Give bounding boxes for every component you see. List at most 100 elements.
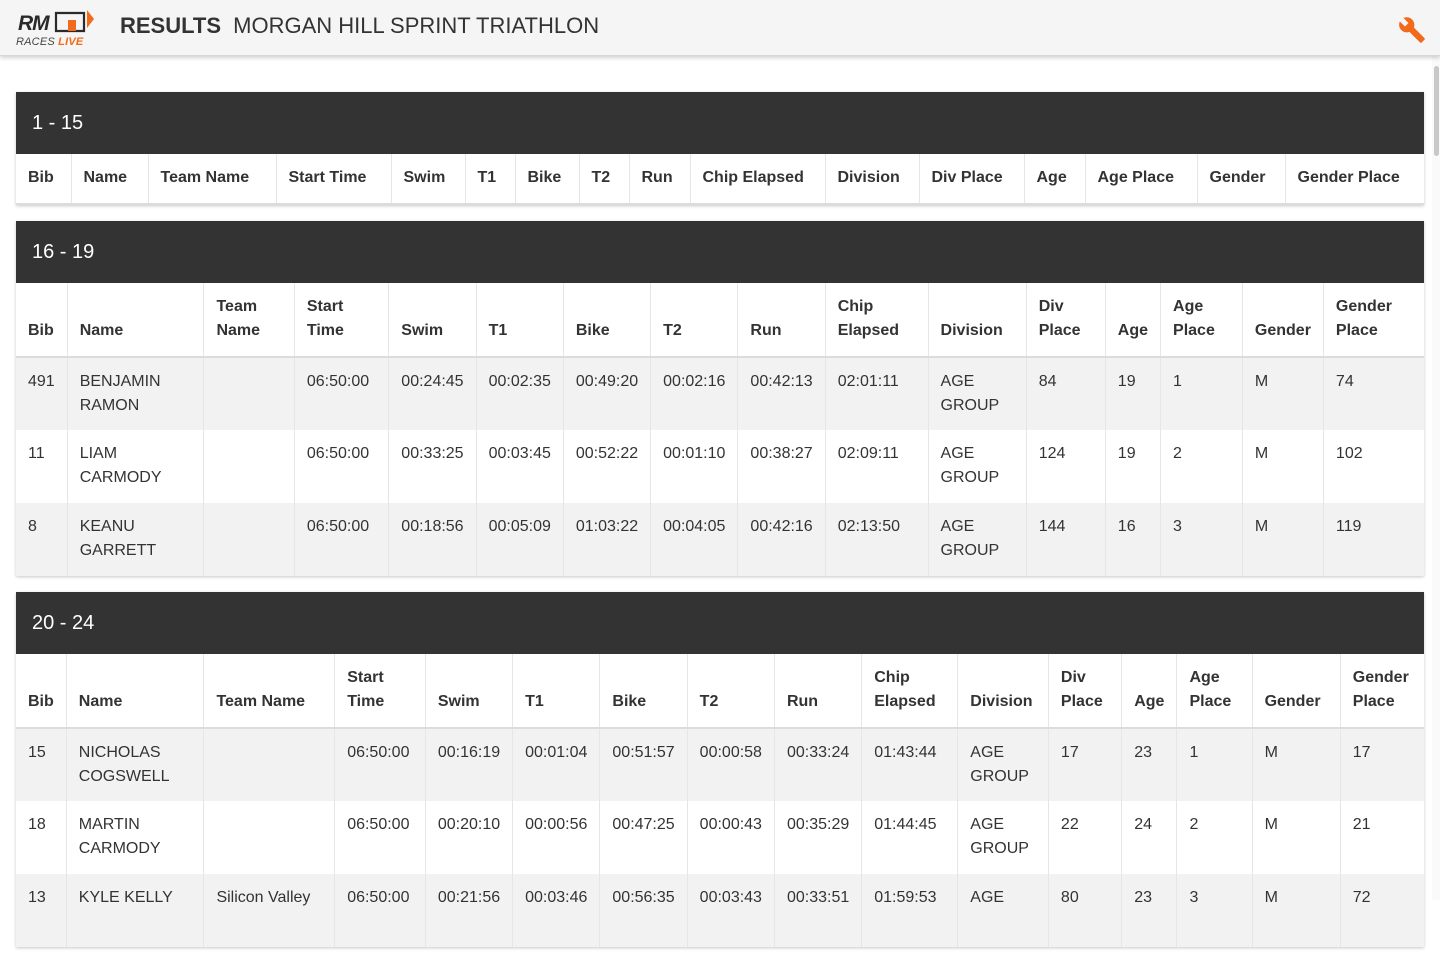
page-title-results: RESULTS [120, 13, 222, 38]
cell-gender: M [1242, 503, 1324, 576]
cell-run: 00:42:16 [737, 503, 826, 576]
table-row[interactable]: 11 LIAM CARMODY 06:50:00 00:33:25 00:03:45 00… [16, 430, 1424, 503]
cell-t1: 00:00:56 [512, 801, 601, 874]
column-header-run[interactable]: Run [774, 654, 863, 729]
cell-t1: 00:03:46 [512, 874, 601, 947]
cell-gender-place: 74 [1335, 373, 1354, 390]
table-row[interactable]: 15 NICHOLAS COGSWELL 06:50:00 00:16:19 00:01… [16, 728, 1424, 801]
column-header-age[interactable]: Age [1121, 654, 1178, 729]
column-header-division[interactable]: Division [957, 654, 1049, 729]
column-header-run[interactable]: Run [737, 283, 826, 358]
column-header-name[interactable]: Name [66, 654, 205, 729]
cell-age: 19 [1105, 430, 1162, 503]
cell-name: BENJAMIN RAMON [67, 357, 205, 430]
cell-bib: 8 [16, 503, 68, 576]
section-header[interactable]: 16 - 19 [16, 221, 1424, 283]
column-header-bike[interactable]: Bike [515, 154, 580, 205]
column-header-chip-elapsed[interactable]: Chip Elapsed [825, 283, 929, 358]
column-header-start-time[interactable]: Start Time [334, 654, 426, 729]
column-header-age[interactable]: Age [1024, 154, 1086, 205]
table-row[interactable]: 13 KYLE KELLY Silicon Valley 06:50:00 00:21:… [16, 874, 1424, 947]
column-header-team-name[interactable]: Team Name [203, 654, 336, 729]
cell-gender: M [1242, 430, 1324, 503]
column-header-t1[interactable]: T1 [465, 154, 516, 205]
column-header-name[interactable]: Name [67, 283, 205, 358]
table-row[interactable]: 491 BENJAMIN RAMON 06:50:00 00:24:45 00:02:3… [16, 357, 1424, 430]
cell-age-place: 1 [1176, 728, 1253, 801]
column-header-division[interactable]: Division [928, 283, 1027, 358]
section-header[interactable]: 1 - 15 [16, 92, 1424, 154]
column-header-div-place[interactable]: Div Place [919, 154, 1025, 205]
column-header-t1[interactable]: T1 [512, 654, 601, 729]
table-row[interactable]: 8 KEANU GARRETT 06:50:00 00:18:56 00:05:09 01… [16, 503, 1424, 576]
column-header-bike[interactable]: Bike [563, 283, 652, 358]
cell-chip-elapsed: 02:13:50 [825, 503, 929, 576]
cell-div-place: 124 [1026, 430, 1106, 503]
column-header-team-name[interactable]: Team Name [148, 154, 277, 205]
column-header-t2[interactable]: T2 [579, 154, 630, 205]
column-header-chip-elapsed[interactable]: Chip Elapsed [861, 654, 959, 729]
column-header-gender[interactable]: Gender [1252, 654, 1341, 729]
cell-swim: 00:24:45 [388, 357, 477, 430]
cell-t1: 00:05:09 [476, 503, 564, 576]
column-header-age-place[interactable]: Age Place [1085, 154, 1198, 205]
cell-swim: 00:21:56 [425, 874, 514, 947]
column-header-t1[interactable]: T1 [476, 283, 564, 358]
scrollbar-track[interactable] [1432, 56, 1440, 900]
column-header-chip-elapsed[interactable]: Chip Elapsed [690, 154, 826, 205]
cell-gender-place: 119 [1335, 518, 1362, 535]
column-header-bike[interactable]: Bike [599, 654, 688, 729]
scrollbar-thumb[interactable] [1434, 66, 1439, 156]
column-header-gender[interactable]: Gender [1197, 154, 1286, 205]
cell-age-place: 2 [1176, 801, 1253, 874]
column-header-gender-place[interactable]: Gender Place [1285, 154, 1424, 205]
cell-start-time: 06:50:00 [334, 874, 426, 947]
wrench-icon[interactable] [1398, 16, 1426, 44]
cell-age: 23 [1121, 874, 1178, 947]
rm-races-live-logo[interactable]: RM RACES LIVE [16, 8, 98, 50]
logo-rm-text: RM [18, 12, 50, 35]
column-header-gender[interactable]: Gender [1242, 283, 1324, 358]
column-header-t2[interactable]: T2 [650, 283, 739, 358]
logo-flag-icon [54, 10, 94, 33]
column-header-name[interactable]: Name [71, 154, 149, 205]
column-header-div-place[interactable]: Div Place [1048, 654, 1123, 729]
column-header-start-time[interactable]: Start Time [294, 283, 390, 358]
column-header-swim[interactable]: Swim [388, 283, 477, 358]
column-header-gender-place[interactable]: Gender Place [1340, 654, 1424, 729]
table-row[interactable]: 18 MARTIN CARMODY 06:50:00 00:20:10 00:00:56… [16, 801, 1424, 874]
section-header[interactable]: 20 - 24 [16, 592, 1424, 654]
cell-chip-elapsed: 02:01:11 [825, 357, 929, 430]
column-header-age[interactable]: Age [1105, 283, 1162, 358]
column-header-age-place[interactable]: Age Place [1176, 654, 1253, 729]
results-table: Bib Name Team Name Start Time Swim T1 Bike T2 Ru… [16, 154, 1424, 205]
top-app-bar: RM RACES LIVE RESULTS MORGAN HILL SPRINT… [0, 0, 1440, 56]
column-header-age-place[interactable]: Age Place [1160, 283, 1243, 358]
cell-age-place: 3 [1176, 874, 1253, 947]
column-header-bib[interactable]: Bib [16, 283, 68, 358]
column-header-swim[interactable]: Swim [425, 654, 514, 729]
cell-team-name [203, 728, 336, 801]
table-header-row: Bib Name Team Name Start Time Swim T1 Bike T2 Ru… [16, 283, 1424, 358]
column-header-run[interactable]: Run [629, 154, 691, 205]
column-header-t2[interactable]: T2 [687, 654, 775, 729]
column-header-division[interactable]: Division [825, 154, 920, 205]
cell-t2: 00:02:16 [650, 357, 739, 430]
cell-bike: 00:47:25 [599, 801, 688, 874]
column-header-div-place[interactable]: Div Place [1026, 283, 1106, 358]
cell-team-name: Silicon Valley [203, 874, 336, 947]
column-header-team-name[interactable]: Team Name [203, 283, 295, 358]
column-header-start-time[interactable]: Start Time [276, 154, 392, 205]
page-title-event: MORGAN HILL SPRINT TRIATHLON [233, 13, 600, 38]
cell-name: NICHOLAS COGSWELL [66, 728, 205, 801]
page-title: RESULTS MORGAN HILL SPRINT TRIATHLON [120, 13, 599, 39]
cell-run: 00:35:29 [774, 801, 863, 874]
column-header-bib[interactable]: Bib [16, 154, 72, 205]
cell-bike: 01:03:22 [563, 503, 652, 576]
column-header-bib[interactable]: Bib [16, 654, 67, 729]
column-header-swim[interactable]: Swim [391, 154, 466, 205]
column-header-gender-place[interactable]: Gender Place [1323, 283, 1424, 358]
cell-t1: 00:02:35 [476, 357, 564, 430]
cell-swim: 00:33:25 [388, 430, 477, 503]
cell-age: 19 [1105, 357, 1162, 430]
